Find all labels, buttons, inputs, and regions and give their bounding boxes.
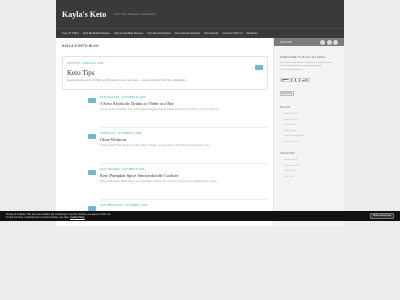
page-heading: KAYLA'S KETO BLOG xyxy=(62,44,99,48)
comment-icon[interactable] xyxy=(88,134,96,139)
archives-list: October 2018 September 2018 August 2018 … xyxy=(284,157,344,179)
cookie-policy-link[interactable]: Cookie Policy xyxy=(70,216,84,219)
post-excerpt: Good evening everybody! One of the bigge… xyxy=(100,108,222,111)
nav-item-breakfast[interactable]: Keto Breakfast Recipes xyxy=(83,32,110,35)
featured-post-excerpt: Good afternoon everybody! This week I'm … xyxy=(67,79,188,82)
featured-post: KETO TIPS - MARCH 21, 2019 Keto Tips Goo… xyxy=(62,56,268,90)
close-and-accept-button[interactable]: Close and accept xyxy=(370,213,394,219)
cookie-text: Privacy & Cookies: This site uses cookie… xyxy=(6,213,206,220)
nav-item-snacks[interactable]: Keto Snacks xyxy=(204,32,219,35)
post-item: WORKOUTS - OCTOBER 10, 2018 Glute Workou… xyxy=(88,132,268,148)
instagram-icon[interactable] xyxy=(333,39,338,45)
nav-item-lunch[interactable]: Keto Lunch/Side Recipes xyxy=(114,32,143,35)
post-excerpt: Glute workout! Welcome back to the weekl… xyxy=(100,144,211,147)
masthead: Kayla's Keto Keto Tips, Recipes & Workou… xyxy=(56,0,344,28)
main-nav: Type 97 Trifles Keto Breakfast Recipes K… xyxy=(56,28,344,38)
site-tagline: Keto Tips, Recipes & Workouts xyxy=(114,12,156,16)
featured-post-title[interactable]: Keto Tips xyxy=(67,69,94,77)
post-item: KETO BREAKFAST - OCTOBER 1, 2018 xyxy=(88,204,268,211)
post-meta[interactable]: KETO DESSERT - OCTOBER 3, 2018 xyxy=(100,168,268,171)
post-meta[interactable]: KETO BREAKFAST - OCTOBER 1, 2018 xyxy=(100,204,268,207)
post-divider xyxy=(100,163,268,164)
post-divider xyxy=(100,199,268,200)
featured-post-meta[interactable]: KETO TIPS - MARCH 21, 2019 xyxy=(67,62,103,65)
comment-icon[interactable] xyxy=(255,65,263,70)
blogs-list-item[interactable]: Keto Breakfast xyxy=(284,139,344,145)
post-meta[interactable]: WORKOUTS - OCTOBER 10, 2018 xyxy=(100,132,268,135)
nav-item-type-97-trifles[interactable]: Type 97 Trifles xyxy=(62,32,79,35)
post-item: KETO ALCOHOL - OCTOBER 12, 2018 5 Keto A… xyxy=(88,96,268,112)
site-title[interactable]: Kayla's Keto xyxy=(62,10,106,19)
blogs-list: Type 97 Trifles Keto Recipes Keto Snacks… xyxy=(284,111,344,144)
subscribe-count: Join 22 other followers xyxy=(280,67,303,71)
nav-item-dessert[interactable]: Keto Dessert Recipes xyxy=(175,32,200,35)
nav-item-get-keto[interactable]: Get Keto With Us xyxy=(223,32,243,35)
post-title[interactable]: Keto Pumpkin Spice Snickerdoodle Cookies xyxy=(100,173,268,178)
follow-label: FOLLOW xyxy=(280,40,293,44)
cookie-banner: Privacy & Cookies: This site uses cookie… xyxy=(0,211,400,221)
sidebar: FOLLOW SUBSCRIBE TO BLOG VIA EMAIL Enter… xyxy=(273,38,344,226)
subscribe-widget-text: Enter your email address to subscribe to… xyxy=(280,61,332,68)
comment-icon[interactable] xyxy=(88,98,96,103)
post-title[interactable]: 5 Keto Alcoholic Drinks to Order at a Ba… xyxy=(100,101,268,106)
archives-list-item[interactable]: July 2018 xyxy=(284,174,344,180)
post-meta[interactable]: KETO ALCOHOL - OCTOBER 12, 2018 xyxy=(100,96,268,99)
facebook-icon[interactable] xyxy=(326,39,332,45)
twitter-icon[interactable] xyxy=(320,39,325,45)
email-field[interactable] xyxy=(280,77,310,82)
nav-item-dinner[interactable]: Keto Dinner Recipes xyxy=(147,32,171,35)
nav-item-workouts[interactable]: Workouts xyxy=(247,32,258,35)
blogs-widget-title: BLOGS xyxy=(280,106,290,110)
comment-icon[interactable] xyxy=(88,170,96,175)
archives-widget-title: ARCHIVES xyxy=(280,152,295,156)
social-icons xyxy=(319,39,338,45)
subscribe-widget-title: SUBSCRIBE TO BLOG VIA EMAIL xyxy=(280,56,326,59)
cookie-text-line-2: To find out more, including how to contr… xyxy=(6,215,70,219)
post-item: KETO DESSERT - OCTOBER 3, 2018 Keto Pump… xyxy=(88,168,268,184)
post-title[interactable]: Glute Workout xyxy=(100,137,268,142)
post-divider xyxy=(100,127,268,128)
follow-bar: FOLLOW xyxy=(274,38,344,46)
subscribe-button[interactable]: Subscribe xyxy=(280,91,294,97)
post-excerpt: Happy Wednesday! Home stretch, fall ever… xyxy=(100,180,219,183)
